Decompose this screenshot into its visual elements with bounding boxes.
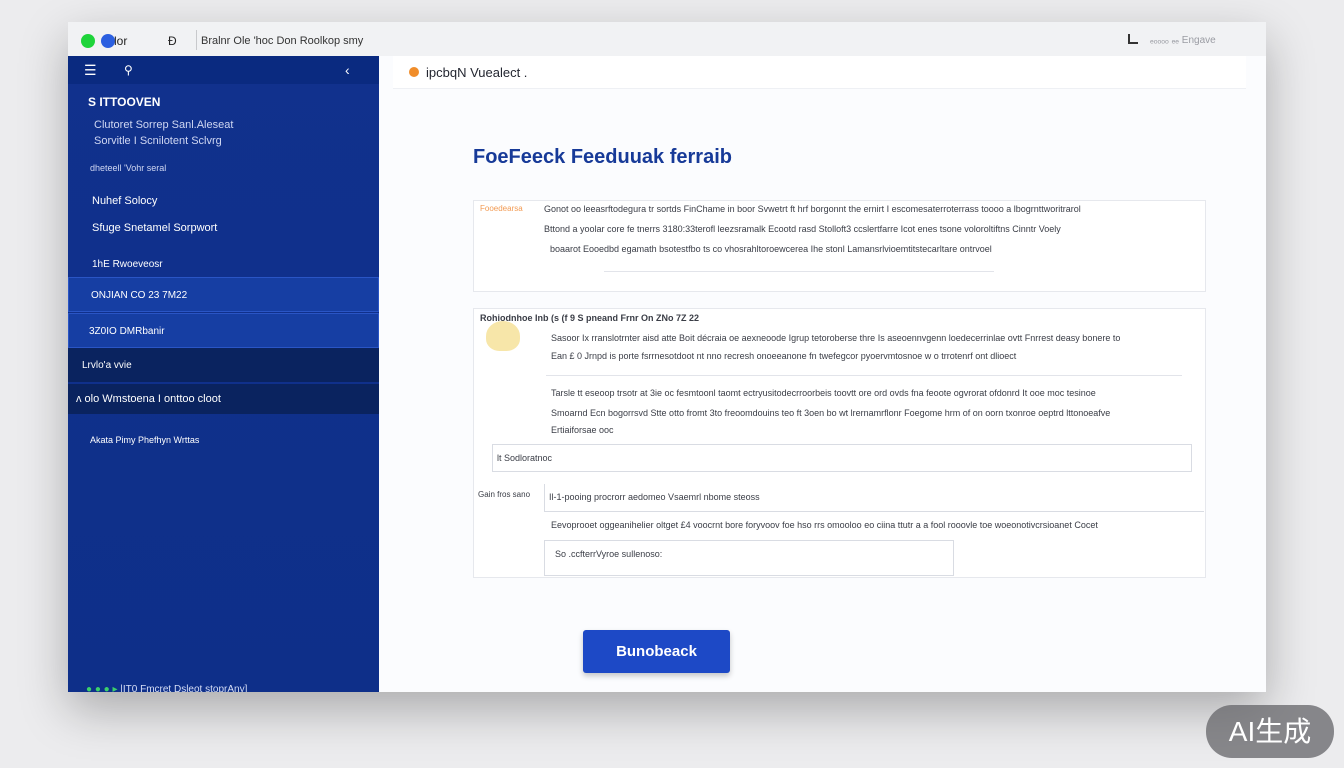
sidebar-item[interactable]: ᴧ olo Wmstoena I onttoo cloot [68,384,379,414]
field-value: Il-1-pooing procrorr aedomeo Vsaemrl nbo… [549,492,760,502]
content-header-title: ipcbqN Vuealect . [426,65,528,80]
sidebar-item-label: 3Z0IO DMRbanir [89,326,165,337]
card-line: Eevoprooet oggeanihelier oltget £4 voocr… [551,520,1098,530]
sidebar-item-label: ᴧ olo Wmstoena I onttoo cloot [76,393,221,405]
sidebar-item-selected[interactable]: ONJIAN CO 23 7M22 [68,277,379,312]
page-title: FoeFeeck Feeduuak ferraib [473,146,732,168]
app-window: lor Ð Bralnr Ole 'hoc Don Roolkop smy ₑₒ… [68,22,1266,692]
content-header: ipcbqN Vuealect . [393,56,1246,89]
app-name: lor [114,34,128,48]
card-line: Tarsle tt eseoop trsotr at 3ie oc fesmto… [551,388,1096,398]
status-dot-icon [409,67,419,77]
sidebar-item-label: Nuhef Solocy [92,195,158,207]
sidebar-item[interactable]: 1hE Rwoeveosr [68,252,379,278]
card-line: boaarot Eooedbd egamath bsotestfbo ts co… [550,244,992,254]
title-bar-right-text: ₑₒₒₒₒ ₑₑ Engave [1150,35,1216,46]
card-line: Sasoor Ix rranslotrnter aisd atte Boit d… [551,333,1121,343]
sidebar-footer: ● ● ● ▸ |IT0 Fmcret Dsleot stoprAny] [86,684,247,692]
sidebar-subtitle-2: Sorvitle I Scnilotent Sclvrg [94,135,222,147]
sidebar: ☰ ⚲ ‹ S ITTOOVEN Clutoret Sorrep Sanl.Al… [68,56,379,692]
sidebar-item-label: Lrvlo'a vvie [82,360,132,371]
text-field[interactable]: lt Sodloratnoc [492,444,1192,472]
divider [604,271,994,272]
window-title: Bralnr Ole 'hoc Don Roolkop smy [201,35,364,47]
card-tag: Fooedearsa [480,204,523,213]
text-field[interactable]: Il-1-pooing procrorr aedomeo Vsaemrl nbo… [544,484,1204,512]
card-line: Bttond a yoolar core fe tnerrs 3180:33te… [544,224,1061,234]
submit-feedback-button[interactable]: Bunobeack [583,630,730,673]
sidebar-item-selected[interactable]: 3Z0IO DMRbanir [68,313,379,348]
sidebar-item[interactable]: Lrvlo'a vvie [68,348,379,382]
card-line: Gonot oo leeasrftodegura tr sortds FinCh… [544,204,1081,214]
window-control-blue[interactable] [101,34,115,48]
feedback-summary-card: Fooedearsa Gonot oo leeasrftodegura tr s… [473,200,1206,292]
field-value: So .ccfterrVyroe sullenoso: [555,549,663,559]
ai-generated-watermark: AI生成 [1206,705,1334,758]
menu-icon[interactable]: ☰ [84,62,97,79]
sidebar-item[interactable]: Akata Pimy Phefhyn Wrttas [68,428,379,452]
user-icon[interactable]: ⚲ [124,63,133,77]
sidebar-toolbar: ☰ ⚲ ‹ [68,56,379,84]
card-line: Ertiaiforsae ooc [551,425,614,435]
field-value: lt Sodloratnoc [497,453,553,463]
toolbar-divider [196,30,197,50]
collapse-chevron-icon[interactable]: ‹ [345,62,350,78]
sidebar-header: S ITTOOVEN [88,95,161,109]
sidebar-item-label: 1hE Rwoeveosr [92,259,163,270]
toolbar-icon[interactable]: Ð [168,34,177,48]
card-line: Smoarnd Ecn bogorrsvd Stte otto fromt 3t… [551,408,1111,418]
sidebar-small-link[interactable]: dheteell 'Vohr seral [90,163,166,173]
sidebar-item-label: Sfuge Snetamel Sorpwort [92,222,218,234]
sidebar-subtitle-1: Clutoret Sorrep Sanl.Aleseat [94,119,234,131]
title-bar: lor Ð Bralnr Ole 'hoc Don Roolkop smy ₑₒ… [68,22,1266,57]
resize-corner-icon[interactable] [1128,34,1138,44]
sidebar-item-label: Akata Pimy Phefhyn Wrttas [90,435,200,445]
card-line: Ean £ 0 Jrnpd is porte fsrrnesotdoot nt … [551,351,1017,361]
sidebar-item-label: ONJIAN CO 23 7M22 [91,290,188,301]
field-label: Gain fros sano [478,490,531,499]
status-dots-icon: ● ● ● ▸ [86,684,121,692]
comment-textarea[interactable]: So .ccfterrVyroe sullenoso: [544,540,954,576]
sidebar-item[interactable]: Nuhef Solocy [68,188,379,214]
divider [546,375,1182,376]
main-content: ipcbqN Vuealect . FoeFeeck Feeduuak ferr… [379,56,1266,692]
window-control-green[interactable] [81,34,95,48]
avatar [486,321,520,351]
sidebar-item[interactable]: Sfuge Snetamel Sorpwort [68,216,379,242]
feedback-detail-card: Rohiodnhoe Inb (s (f 9 S pneand Frnr On … [473,308,1206,578]
card-header: Rohiodnhoe Inb (s (f 9 S pneand Frnr On … [480,313,700,323]
